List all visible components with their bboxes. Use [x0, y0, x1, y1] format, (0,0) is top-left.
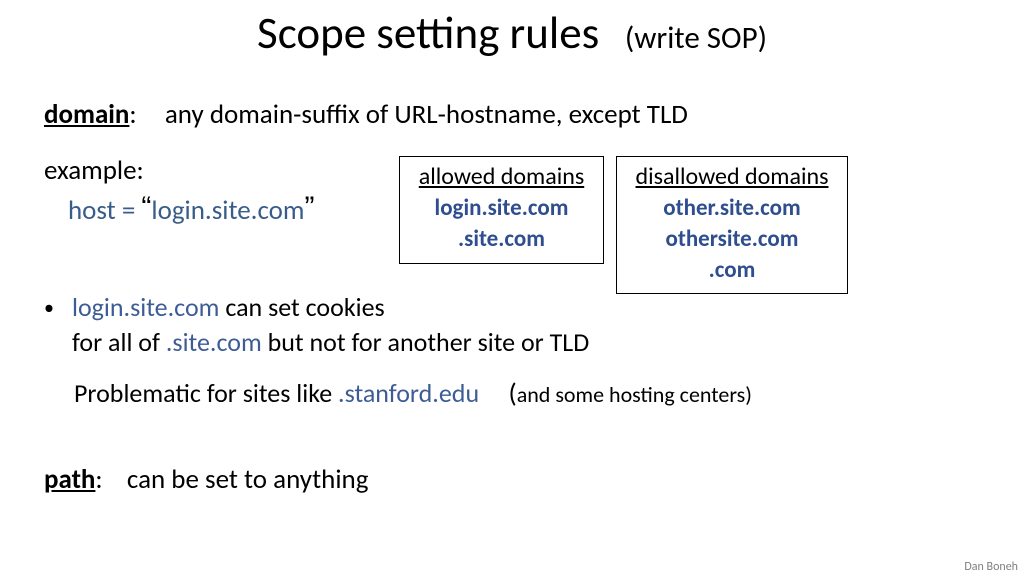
title-row: Scope setting rules (write SOP) [0, 6, 1024, 61]
bullet-domain-2: .site.com [166, 326, 262, 358]
domain-label: domain [44, 98, 129, 131]
disallowed-domains-box: disallowed domains other.site.com others… [616, 156, 848, 294]
slide: Scope setting rules (write SOP) domain: … [0, 0, 1024, 576]
slide-title: Scope setting rules [257, 6, 599, 61]
slide-subtitle: (write SOP) [625, 19, 767, 57]
bullet-part2: can set cookies [219, 291, 384, 323]
disallowed-item: othersite.com [627, 224, 837, 255]
disallowed-item: other.site.com [627, 193, 837, 224]
allowed-header: allowed domains [410, 161, 593, 193]
bullet-part3: for all of [72, 326, 166, 358]
host-prefix: host = [68, 194, 141, 227]
host-value: login.site.com [151, 194, 304, 227]
right-quote: ” [305, 191, 315, 224]
problem-tail: and some hosting centers) [517, 381, 752, 408]
domain-text: any domain-suffix of URL-hostname, excep… [165, 98, 688, 131]
domain-definition-line: domain: any domain-suffix of URL-hostnam… [44, 98, 688, 131]
disallowed-header: disallowed domains [627, 161, 837, 193]
bullet-text: login.site.com can set cookies for all o… [72, 290, 589, 360]
colon: : [129, 98, 136, 131]
path-text: can be set to anything [127, 463, 369, 496]
bullet-part5: but not for another site or TLD [262, 326, 590, 358]
problematic-line: Problematic for sites like .stanford.edu… [74, 377, 752, 410]
host-line: host = “login.site.com” [68, 193, 315, 227]
allowed-domains-box: allowed domains login.site.com .site.com [399, 156, 604, 264]
example-label: example: [44, 154, 144, 187]
bullet-domain-1: login.site.com [72, 291, 219, 323]
problem-pre: Problematic for sites like [74, 377, 338, 409]
colon: : [95, 463, 102, 496]
problem-paren: ( [509, 377, 517, 410]
path-label: path [44, 463, 95, 496]
left-quote: “ [141, 191, 151, 224]
bullet-block: • login.site.com can set cookies for all… [44, 290, 589, 360]
bullet-icon: • [44, 293, 72, 323]
attribution: Dan Boneh [964, 560, 1018, 574]
allowed-item: login.site.com [410, 193, 593, 224]
problem-site: .stanford.edu [338, 377, 479, 409]
disallowed-item: .com [627, 255, 837, 286]
allowed-item: .site.com [410, 224, 593, 255]
path-line: path: can be set to anything [44, 463, 368, 496]
